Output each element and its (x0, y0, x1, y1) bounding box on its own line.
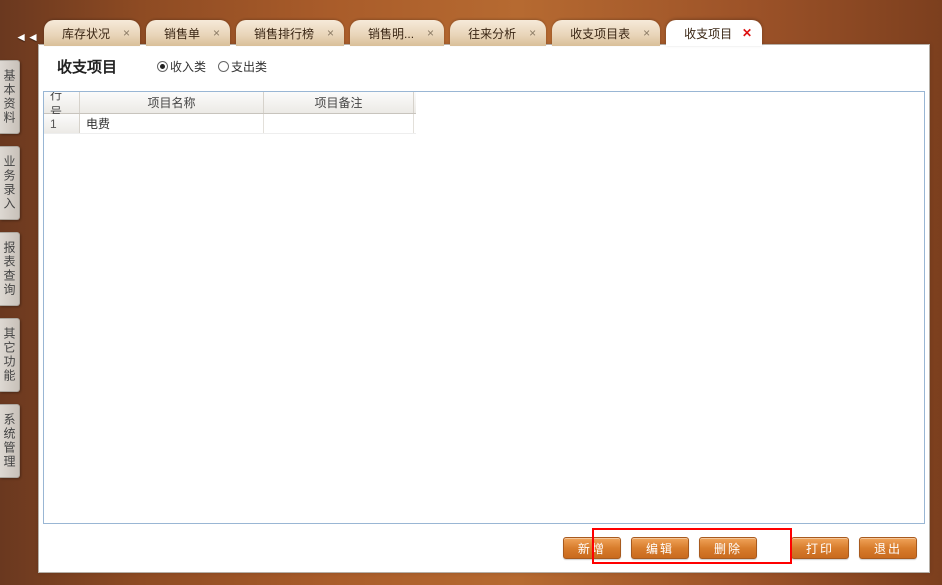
close-icon[interactable]: ✕ (742, 26, 752, 40)
radio-icon (218, 61, 229, 72)
add-button[interactable]: 新增 (563, 537, 621, 559)
button-label: 退出 (874, 540, 902, 557)
tab-income-expense-item[interactable]: 收支项目 ✕ (666, 20, 762, 46)
tab-inventory[interactable]: 库存状况 × (44, 20, 140, 46)
col-header-name[interactable]: 项目名称 (80, 92, 264, 113)
button-label: 编辑 (646, 540, 674, 557)
close-icon[interactable]: × (529, 26, 536, 40)
tab-label: 收支项目表 (570, 25, 630, 42)
tab-label: 销售排行榜 (254, 25, 314, 42)
sidebar-item-label: 业务录入 (1, 155, 18, 211)
tab-income-expense-table[interactable]: 收支项目表 × (552, 20, 660, 46)
exit-button[interactable]: 退出 (859, 537, 917, 559)
tabs-scroll-left-icon[interactable]: ◄◄ (18, 28, 36, 46)
sidebar-item-biz-entry[interactable]: 业务录入 (0, 146, 20, 220)
tab-label: 销售明... (368, 25, 414, 42)
sidebar-item-basic-data[interactable]: 基本资料 (0, 60, 20, 134)
sidebar-item-sys-manage[interactable]: 系统管理 (0, 404, 20, 478)
action-bar: 新增 编辑 删除 打印 退出 (43, 528, 925, 568)
page-title: 收支项目 (57, 56, 117, 77)
button-label: 打印 (806, 540, 834, 557)
print-button[interactable]: 打印 (791, 537, 849, 559)
close-icon[interactable]: × (427, 26, 434, 40)
radio-expense[interactable]: 支出类 (218, 58, 267, 75)
tab-bar: ◄◄ 库存状况 × 销售单 × 销售排行榜 × 销售明... × 往来分析 × … (18, 18, 942, 46)
sidebar-item-label: 报表查询 (1, 241, 18, 297)
panel-header: 收支项目 收入类 支出类 (39, 45, 929, 87)
tab-label: 库存状况 (62, 25, 110, 42)
button-label: 删除 (714, 540, 742, 557)
cell-name: 电费 (80, 114, 264, 133)
close-icon[interactable]: × (643, 26, 650, 40)
table-row[interactable]: 1 电费 (44, 114, 416, 134)
tab-ar-ap[interactable]: 往来分析 × (450, 20, 546, 46)
close-icon[interactable]: × (213, 26, 220, 40)
sidebar-item-reports[interactable]: 报表查询 (0, 232, 20, 306)
category-radio-group: 收入类 支出类 (157, 58, 273, 75)
tab-label: 收支项目 (684, 25, 732, 42)
col-header-note[interactable]: 项目备注 (264, 92, 414, 113)
tab-label: 销售单 (164, 25, 200, 42)
radio-icon (157, 61, 168, 72)
close-icon[interactable]: × (327, 26, 334, 40)
col-header-rownum[interactable]: 行号 (44, 92, 80, 113)
sidebar-item-label: 其它功能 (1, 327, 18, 383)
tab-label: 往来分析 (468, 25, 516, 42)
main-panel: 收支项目 收入类 支出类 行号 项目名称 项目备注 1 电费 新增 (38, 44, 930, 573)
items-table: 行号 项目名称 项目备注 1 电费 (43, 91, 925, 524)
close-icon[interactable]: × (123, 26, 130, 40)
delete-button[interactable]: 删除 (699, 537, 757, 559)
cell-note (264, 114, 414, 133)
table-header-row: 行号 项目名称 项目备注 (44, 92, 416, 114)
sidebar-item-label: 基本资料 (1, 69, 18, 125)
radio-label: 支出类 (231, 58, 267, 75)
button-label: 新增 (578, 540, 606, 557)
sidebar: 基本资料 业务录入 报表查询 其它功能 系统管理 (0, 60, 20, 585)
edit-button[interactable]: 编辑 (631, 537, 689, 559)
table-body: 1 电费 (44, 114, 416, 134)
sidebar-item-other[interactable]: 其它功能 (0, 318, 20, 392)
tab-sales-detail[interactable]: 销售明... × (350, 20, 444, 46)
tab-sales-rank[interactable]: 销售排行榜 × (236, 20, 344, 46)
tab-sales-order[interactable]: 销售单 × (146, 20, 230, 46)
sidebar-item-label: 系统管理 (1, 413, 18, 469)
cell-rownum: 1 (44, 114, 80, 133)
radio-income[interactable]: 收入类 (157, 58, 206, 75)
radio-label: 收入类 (170, 58, 206, 75)
